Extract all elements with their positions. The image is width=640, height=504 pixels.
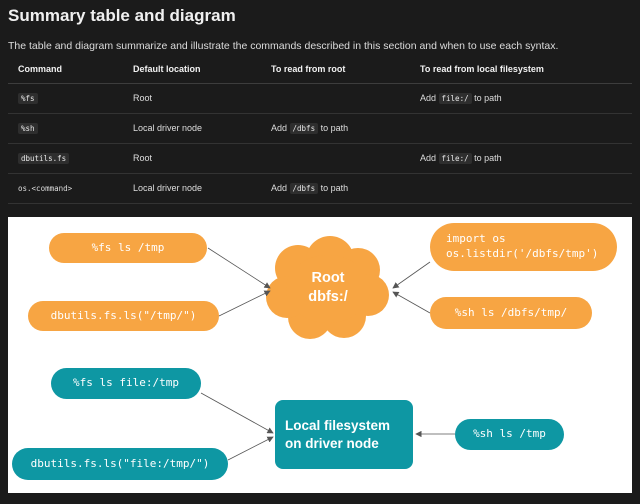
local-filesystem-box: Local filesystem on driver node (275, 400, 413, 469)
command-code: os.<command> (18, 184, 73, 193)
column-header: To read from local filesystem (410, 56, 632, 84)
table-row: dbutils.fs Root Add file:/ to path (8, 143, 632, 174)
location-cell: Local driver node (123, 113, 261, 144)
os-import-line: import os (446, 232, 506, 246)
column-header: Default location (123, 56, 261, 84)
arrow (227, 436, 274, 461)
command-cell: dbutils.fs (8, 143, 123, 174)
dbutils-ls-file-pill: dbutils.fs.ls("file:/tmp/") (12, 448, 228, 480)
location-cell: Root (123, 143, 261, 174)
column-header: Command (8, 56, 123, 84)
local-title: Local filesystem (285, 417, 391, 433)
command-cell: os.<command> (8, 173, 123, 204)
table-header-row: Command Default location To read from ro… (8, 56, 632, 84)
cell-text: Add (271, 123, 290, 133)
path-code: file:/ (438, 93, 472, 104)
cell-text: Add (271, 183, 290, 193)
root-cell: Add /dbfs to path (261, 113, 410, 144)
arrow (207, 247, 271, 289)
cell-text: to path (471, 153, 502, 163)
sh-ls-dbfs-pill: %sh ls /dbfs/tmp/ (430, 297, 592, 329)
local-cell (410, 113, 632, 144)
command-cell: %sh (8, 113, 123, 144)
root-cell: Add /dbfs to path (261, 173, 410, 204)
cell-text: to path (318, 183, 349, 193)
arrow (200, 392, 274, 434)
table-row: os.<command> Local driver node Add /dbfs… (8, 173, 632, 204)
arrow (392, 261, 431, 289)
cell-text: to path (471, 93, 502, 103)
cell-text: to path (318, 123, 349, 133)
root-cell (261, 83, 410, 114)
sh-ls-tmp-pill: %sh ls /tmp (455, 419, 564, 450)
path-code: file:/ (438, 153, 472, 164)
root-cell (261, 143, 410, 174)
command-cell: %fs (8, 83, 123, 114)
root-path: dbfs:/ (308, 288, 348, 305)
local-cell: Add file:/ to path (410, 83, 632, 114)
local-cell (410, 173, 632, 204)
cell-text: Add (420, 93, 439, 103)
location-cell: Local driver node (123, 173, 261, 204)
column-header: To read from root (261, 56, 410, 84)
location-cell: Root (123, 83, 261, 114)
table-row: %fs Root Add file:/ to path (8, 83, 632, 114)
os-listdir-pill: import os os.listdir('/dbfs/tmp') (430, 223, 617, 271)
local-subtitle: on driver node (285, 435, 379, 451)
root-cloud: Root dbfs:/ (298, 269, 358, 307)
intro-text: The table and diagram summarize and illu… (8, 40, 559, 52)
arrow (218, 290, 271, 317)
fs-ls-file-pill: %fs ls file:/tmp (51, 368, 201, 399)
fs-ls-tmp-pill: %fs ls /tmp (49, 233, 207, 263)
cell-text: Add (420, 153, 439, 163)
command-code: dbutils.fs (18, 153, 70, 164)
local-cell: Add file:/ to path (410, 143, 632, 174)
root-title: Root (311, 270, 345, 286)
os-listdir-line: os.listdir('/dbfs/tmp') (446, 247, 599, 260)
dbutils-ls-tmp-pill: dbutils.fs.ls("/tmp/") (28, 301, 219, 331)
table-row: %sh Local driver node Add /dbfs to path (8, 113, 632, 144)
filesystem-diagram: Root dbfs:/ %fs ls /tmp dbutils.fs.ls("/… (8, 217, 632, 493)
path-code: /dbfs (289, 123, 319, 134)
command-code: %fs (18, 93, 38, 104)
command-code: %sh (18, 123, 38, 134)
page-title: Summary table and diagram (8, 6, 236, 25)
path-code: /dbfs (289, 183, 319, 194)
summary-table: Command Default location To read from ro… (8, 56, 632, 204)
arrow (392, 291, 431, 314)
